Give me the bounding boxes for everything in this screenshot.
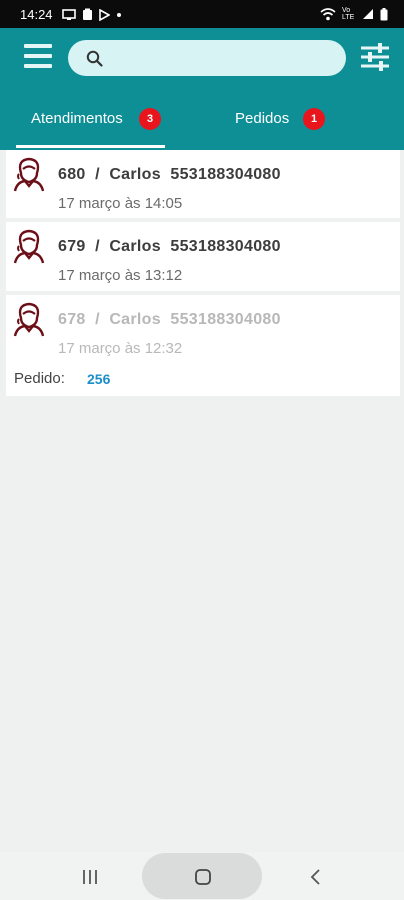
home-icon[interactable] xyxy=(194,868,212,886)
attendant-avatar-icon xyxy=(13,229,45,264)
screen-cast-icon xyxy=(62,8,76,20)
dot-icon xyxy=(117,12,121,17)
menu-button[interactable] xyxy=(24,44,54,72)
list-item[interactable]: 679 / Carlos 553188304080 17 março às 13… xyxy=(6,222,400,291)
recent-apps-icon[interactable] xyxy=(80,868,100,886)
signal-icon xyxy=(363,9,373,19)
filter-settings-icon[interactable] xyxy=(358,40,392,74)
hamburger-icon-bar xyxy=(24,54,52,58)
item-title: 680 / Carlos 553188304080 xyxy=(58,166,281,183)
back-icon[interactable] xyxy=(308,868,324,886)
attendant-avatar-icon xyxy=(13,157,45,192)
status-bar: 14:24 Vo LTE xyxy=(0,0,404,28)
active-tab-indicator xyxy=(16,145,165,148)
item-title: 679 / Carlos 553188304080 xyxy=(58,238,281,255)
tab-label: Pedidos xyxy=(235,110,290,127)
attendant-avatar-icon xyxy=(13,302,45,337)
atendimentos-list: 680 / Carlos 553188304080 17 março às 14… xyxy=(6,150,400,400)
item-date: 17 março às 14:05 xyxy=(58,195,183,212)
battery-icon xyxy=(380,7,388,20)
hamburger-icon-bar xyxy=(24,64,52,68)
item-title: 678 / Carlos 553188304080 xyxy=(58,311,281,328)
list-item[interactable]: 680 / Carlos 553188304080 17 março às 14… xyxy=(6,150,400,218)
list-item[interactable]: 678 / Carlos 553188304080 17 março às 12… xyxy=(6,295,400,396)
search-icon xyxy=(86,50,103,67)
wifi-icon xyxy=(320,7,336,20)
item-date: 17 março às 13:12 xyxy=(58,267,183,284)
search-box[interactable] xyxy=(68,40,346,76)
app-header: Atendimentos 3 Pedidos 1 xyxy=(0,28,404,150)
hamburger-icon-bar xyxy=(24,44,52,48)
search-input[interactable] xyxy=(112,46,332,70)
pedido-label: Pedido: xyxy=(14,370,65,387)
clipboard-icon xyxy=(83,8,92,20)
item-date: 17 março às 12:32 xyxy=(58,340,183,357)
tab-pedidos[interactable]: Pedidos 1 xyxy=(220,100,350,150)
tab-bar: Atendimentos 3 Pedidos 1 xyxy=(0,100,404,150)
tab-label: Atendimentos xyxy=(31,110,123,127)
tab-count-badge: 1 xyxy=(303,108,325,130)
pedido-link[interactable]: 256 xyxy=(87,371,110,387)
volte-icon: Vo LTE xyxy=(342,7,355,21)
tab-atendimentos[interactable]: Atendimentos 3 xyxy=(16,100,165,150)
play-store-icon xyxy=(99,8,110,21)
status-time: 14:24 xyxy=(20,7,53,22)
tab-count-badge: 3 xyxy=(139,108,161,130)
